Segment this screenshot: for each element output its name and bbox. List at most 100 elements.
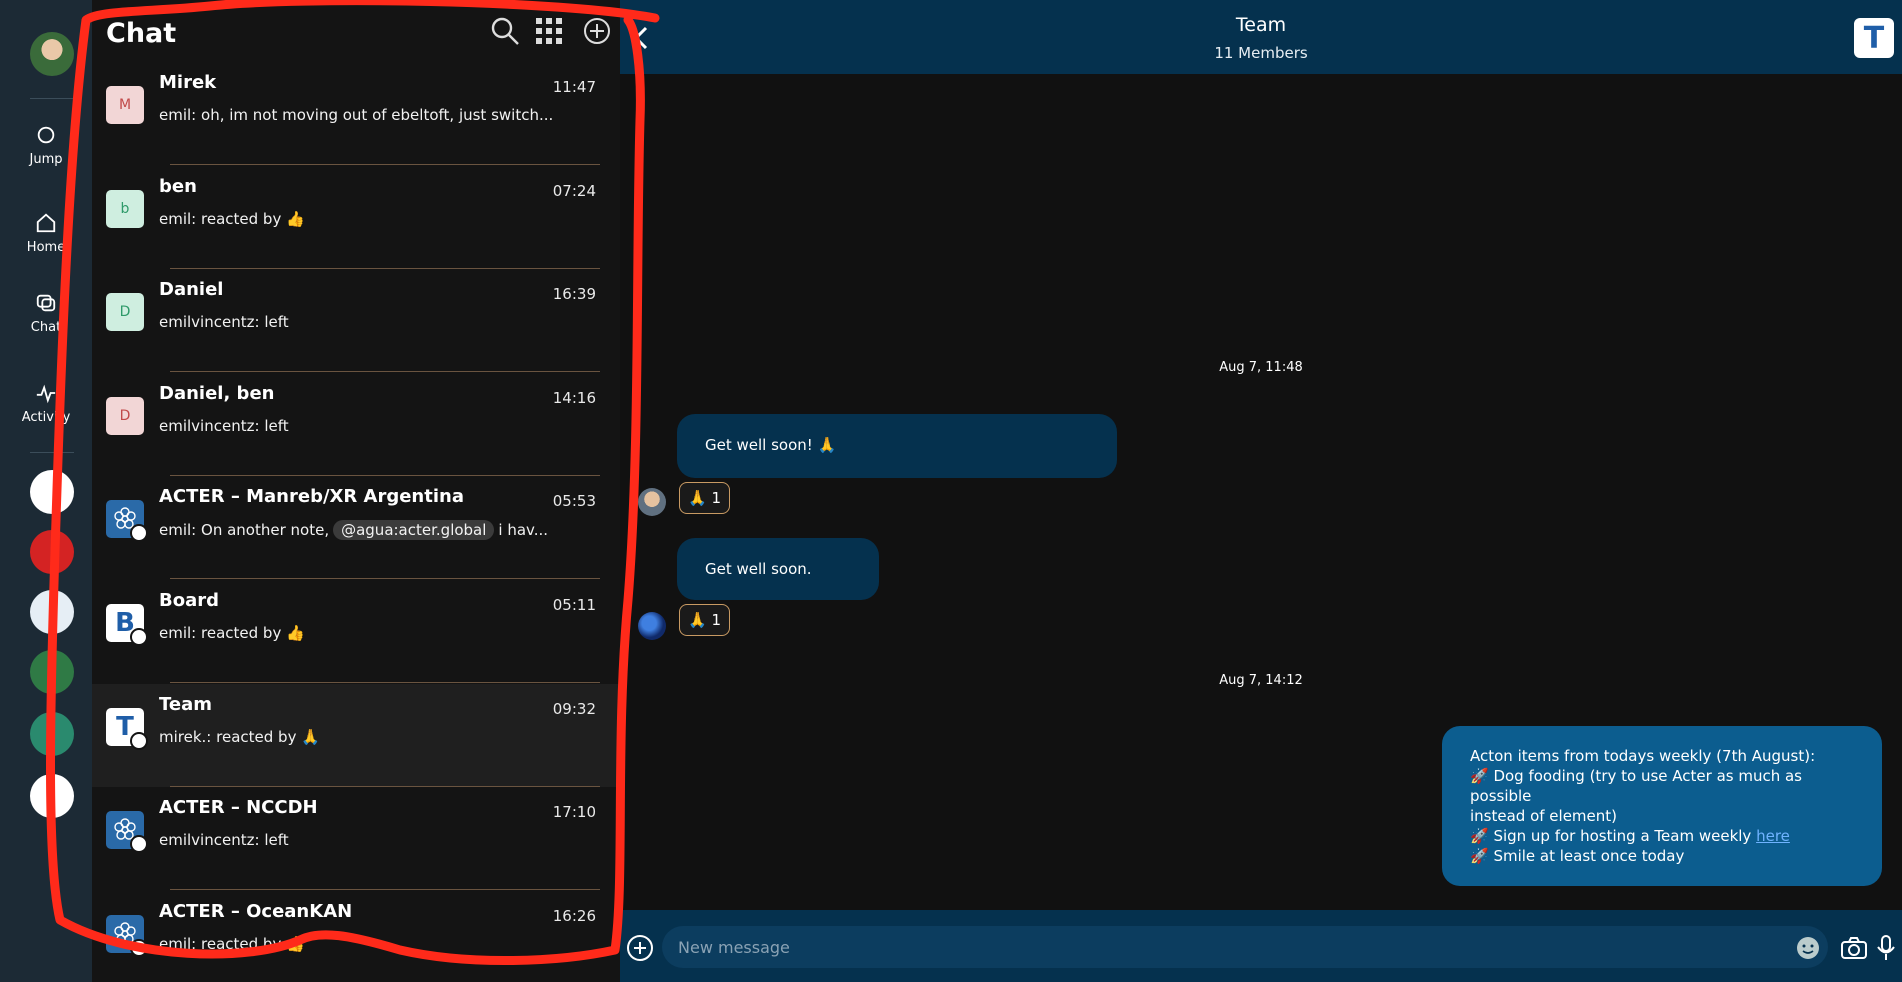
space-avatar[interactable] [30, 712, 74, 756]
message-input[interactable] [662, 926, 1828, 968]
preview-sender: emil: [159, 521, 197, 540]
space-badge [130, 835, 148, 854]
room-timestamp: 11:47 [552, 78, 596, 96]
message-line: 🚀 Dog fooding (try to use Acter as much … [1470, 767, 1802, 805]
room-timestamp: 05:53 [552, 492, 596, 511]
reaction-chip[interactable]: 🙏 1 [679, 604, 730, 636]
room-member-count[interactable]: 11 Members [620, 44, 1902, 62]
rail-item-label: Jump [29, 152, 63, 167]
room-name: ACTER – NCCDH [159, 797, 318, 819]
message-line: 🚀 Sign up for hosting a Team weekly here [1470, 826, 1854, 846]
chat-room-row[interactable]: T Team 09:32 mirek.: reacted by 🙏 [92, 683, 620, 787]
microphone-icon[interactable] [1876, 934, 1896, 962]
room-title[interactable]: Team [620, 14, 1902, 36]
room-avatar: T [106, 707, 148, 750]
activity-icon [36, 384, 56, 404]
chat-room-row[interactable]: D Daniel, ben 14:16 emilvincentz: left [92, 373, 620, 476]
room-avatar: B [106, 604, 148, 646]
message-text: Acton items from todays weekly (7th Augu… [1470, 746, 1854, 866]
preview-sender: mirek.: [159, 727, 212, 746]
room-timeline: Team 11 Members T Aug 7, 11:48 Get well … [620, 0, 1902, 982]
add-chat-icon[interactable] [582, 16, 612, 46]
preview-sender: emil: [159, 934, 197, 953]
room-avatar [106, 500, 148, 543]
message-line: Acton items from todays weekly (7th Augu… [1470, 747, 1816, 765]
search-icon[interactable] [490, 16, 520, 46]
space-badge [130, 628, 148, 646]
add-attachment-icon[interactable] [626, 934, 654, 962]
last-message-preview: emil: oh, im not moving out of ebeltoft,… [159, 106, 553, 124]
room-timestamp: 16:26 [552, 906, 596, 925]
sender-avatar[interactable] [638, 612, 666, 640]
reaction-chip[interactable]: 🙏 1 [679, 482, 730, 514]
chat-room-row[interactable]: ACTER – OceanKAN 16:26 emil: reacted by 👍 [92, 891, 620, 982]
room-timestamp: 16:39 [552, 285, 596, 304]
own-message-bubble[interactable]: Acton items from todays weekly (7th Augu… [1442, 726, 1882, 886]
rail-item-chat[interactable]: Chat [0, 292, 92, 335]
space-avatar[interactable] [30, 774, 74, 818]
date-separator: Aug 7, 14:12 [1219, 673, 1303, 688]
room-avatar-letter: M [118, 97, 132, 113]
chat-room-row[interactable]: B Board 05:11 emil: reacted by 👍 [92, 580, 620, 683]
room-timestamp: 14:16 [552, 388, 596, 407]
room-avatar: D [106, 293, 144, 332]
preview-sender: emilvincentz: [159, 831, 260, 850]
rail-item-activity[interactable]: Activity [0, 382, 92, 425]
space-avatar[interactable] [30, 590, 74, 634]
camera-icon[interactable] [1840, 936, 1868, 960]
page-title: Chat [106, 18, 177, 49]
chat-icon [36, 294, 56, 312]
room-name: Board [159, 590, 219, 611]
message-line: 🚀 Smile at least once today [1470, 847, 1685, 865]
room-name: Team [159, 693, 212, 715]
room-avatar: b [106, 189, 144, 228]
room-timestamp: 07:24 [552, 181, 596, 200]
room-avatar [106, 811, 148, 854]
message-link[interactable]: here [1756, 827, 1790, 845]
chat-room-row[interactable]: M Mirek 11:47 emil: oh, im not moving out o… [92, 62, 620, 165]
last-message-preview: emilvincentz: left [159, 831, 289, 849]
preview-text: left [264, 416, 289, 435]
rail-divider [30, 452, 74, 453]
rail-divider [30, 98, 74, 99]
sender-avatar[interactable] [638, 488, 666, 516]
home-icon [36, 213, 56, 233]
message-text: Get well soon. [705, 560, 812, 578]
message-bubble[interactable]: Get well soon! 🙏 [677, 414, 1117, 478]
preview-text: oh, im not moving out of ebeltoft, just … [201, 106, 554, 124]
message-composer [620, 910, 1902, 982]
room-name: Daniel, ben [159, 382, 275, 404]
rail-item-label: Chat [30, 320, 62, 335]
chat-list-panel: Chat M Mirek 11:47 emil: oh, im not moving … [92, 0, 620, 982]
space-badge [130, 524, 148, 543]
preview-sender: emilvincentz: [159, 416, 260, 435]
mention-pill[interactable]: @agua:acter.global [333, 520, 495, 541]
app-window: Jump Home Chat Activity Chat M Mirek 11:… [0, 0, 1902, 982]
grid-icon[interactable] [534, 16, 564, 46]
room-avatar-letter: D [119, 304, 131, 321]
room-avatar: M [106, 86, 144, 124]
room-avatar-letter: b [120, 200, 130, 217]
last-message-preview: emil: On another note, @agua:acter.global… [159, 520, 549, 541]
preview-sender: emil: [159, 624, 197, 642]
user-avatar[interactable] [30, 32, 74, 76]
room-name: ACTER – Manreb/XR Argentina [159, 486, 464, 508]
preview-sender: emil: [159, 209, 197, 228]
preview-text: i hav... [498, 521, 549, 540]
room-avatar[interactable]: T [1854, 18, 1894, 58]
space-avatar[interactable] [30, 530, 74, 574]
rail-item-jump[interactable]: Jump [0, 124, 92, 167]
rail-item-home[interactable]: Home [0, 212, 92, 255]
emoji-icon[interactable] [1796, 936, 1820, 960]
space-avatar[interactable] [30, 650, 74, 694]
chat-room-row[interactable]: ACTER – NCCDH 17:10 emilvincentz: left [92, 787, 620, 891]
chat-room-row[interactable]: b ben 07:24 emil: reacted by 👍 [92, 166, 620, 269]
message-text: Get well soon! 🙏 [705, 436, 837, 454]
room-timestamp: 05:11 [552, 596, 596, 614]
message-bubble[interactable]: Get well soon. [677, 538, 879, 600]
space-badge [130, 938, 148, 957]
message-line: instead of element) [1470, 807, 1618, 825]
chat-room-row[interactable]: D Daniel 16:39 emilvincentz: left [92, 269, 620, 373]
space-avatar[interactable] [30, 470, 74, 514]
chat-room-row[interactable]: ACTER – Manreb/XR Argentina 05:53 emil: On… [92, 476, 620, 580]
